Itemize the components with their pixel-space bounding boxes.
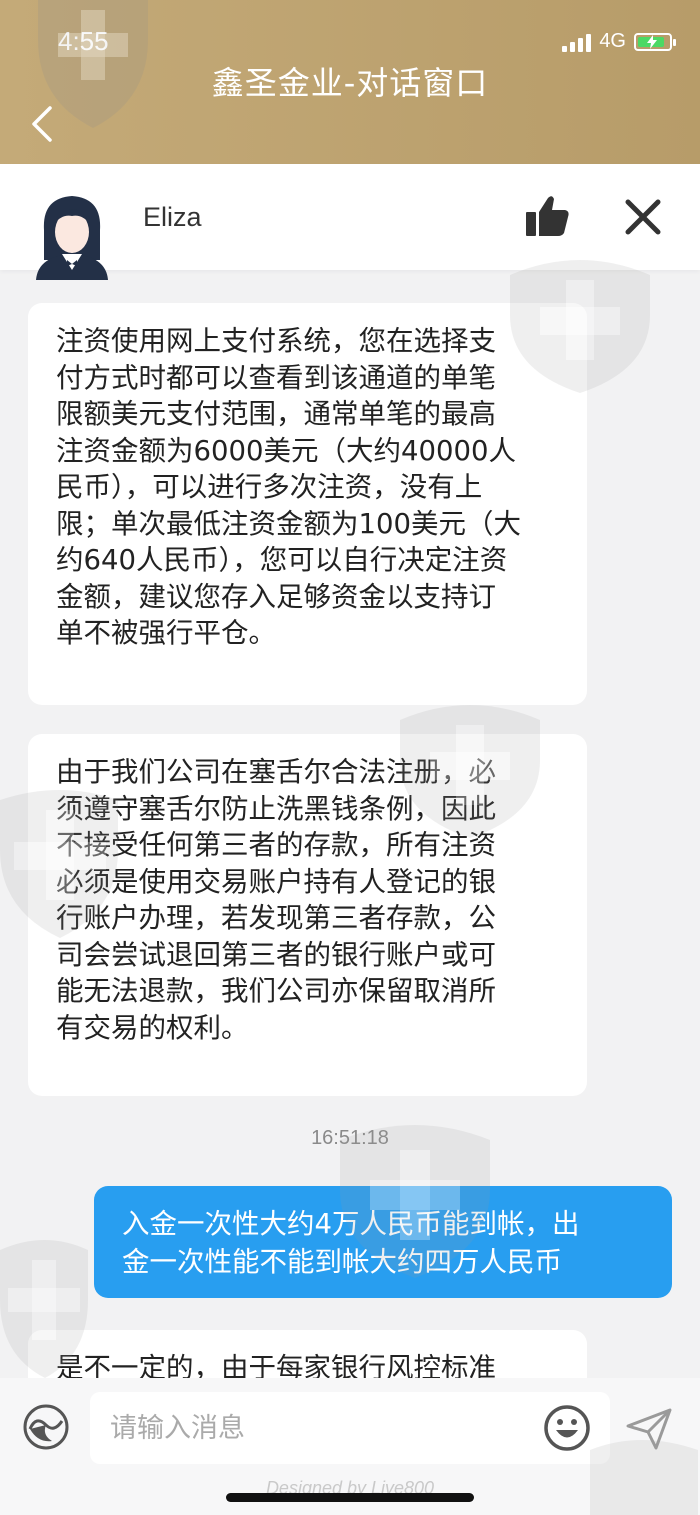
agent-avatar-icon <box>36 196 108 280</box>
user-message: 入金一次性大约4万人民币能到帐，出 金一次性能不能到帐大约四万人民币 <box>94 1186 672 1298</box>
close-icon[interactable] <box>624 198 662 236</box>
agent-name: Eliza <box>143 202 202 232</box>
signal-icon <box>562 32 592 52</box>
send-icon[interactable] <box>626 1408 672 1450</box>
message-input[interactable] <box>90 1392 610 1464</box>
status-indicators: 4G <box>562 30 676 53</box>
header-bar: 4:55 4G 鑫圣金业-对话窗口 <box>0 0 700 164</box>
agent-message: 注资使用网上支付系统，您在选择支 付方式时都可以查看到该通道的单笔 限额美元支付… <box>28 303 587 705</box>
emoji-icon[interactable] <box>542 1403 592 1453</box>
network-type: 4G <box>599 30 626 52</box>
agent-bar: Eliza <box>0 164 700 280</box>
status-time: 4:55 <box>58 26 109 56</box>
message-timestamp: 16:51:18 <box>311 1127 389 1149</box>
home-indicator <box>226 1493 474 1502</box>
page-title: 鑫圣金业-对话窗口 <box>211 64 489 102</box>
quick-reply-icon[interactable] <box>22 1403 70 1451</box>
battery-icon <box>634 32 676 51</box>
agent-message: 由于我们公司在塞舌尔合法注册，必 须遵守塞舌尔防止洗黑钱条例，因此 不接受任何第… <box>28 734 587 1096</box>
thumbs-up-icon[interactable] <box>524 194 570 238</box>
back-icon[interactable] <box>28 104 58 144</box>
